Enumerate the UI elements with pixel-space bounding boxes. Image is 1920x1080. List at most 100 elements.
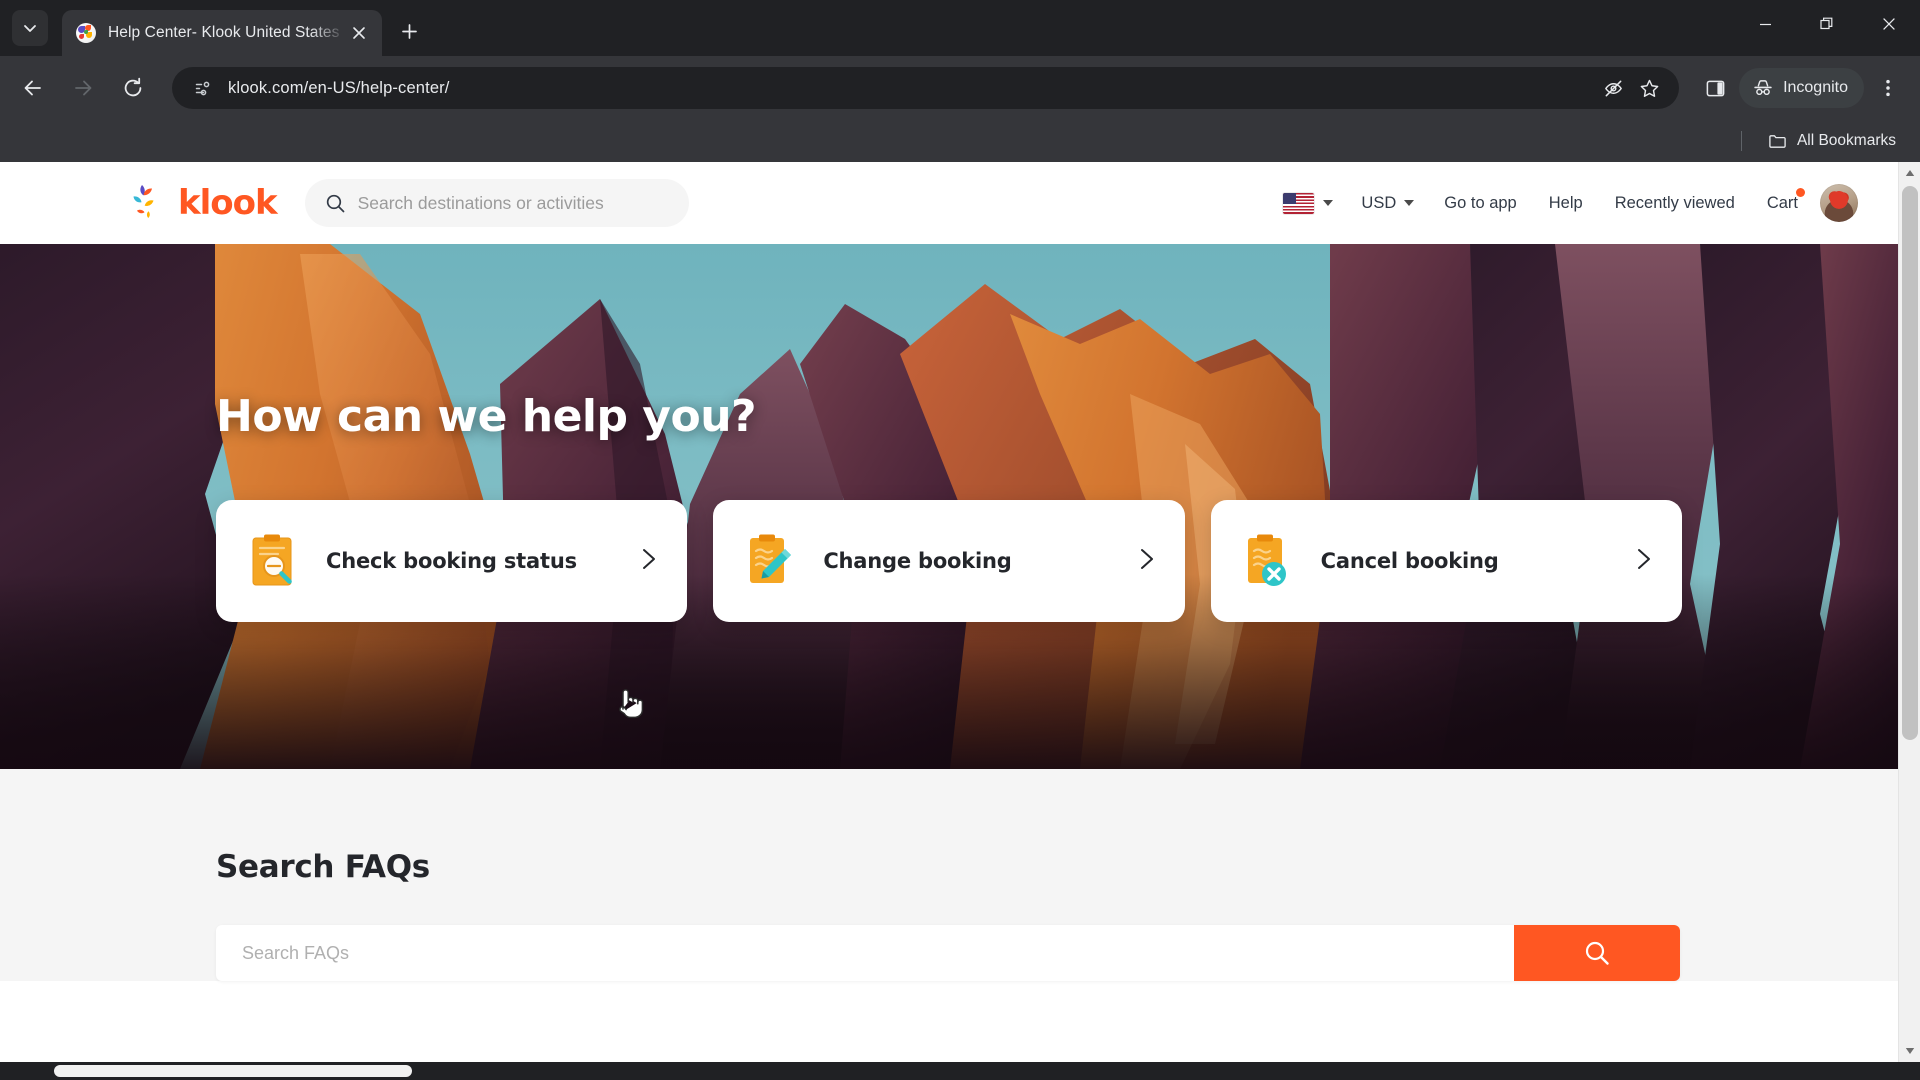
faq-search-input[interactable]: [216, 925, 1514, 981]
currency-selector[interactable]: USD: [1347, 194, 1428, 213]
browser-toolbar: klook.com/en-US/help-center/ Incognito: [0, 56, 1920, 120]
site-header: klook Search destinations or activities: [0, 162, 1898, 244]
cart-button[interactable]: Cart: [1751, 187, 1814, 213]
close-window-button[interactable]: [1858, 0, 1920, 48]
tab-title: Help Center- Klook United States: [108, 24, 340, 41]
reload-button[interactable]: [112, 67, 154, 109]
search-icon: [1585, 941, 1609, 965]
all-bookmarks-label: All Bookmarks: [1796, 132, 1896, 149]
klook-logo[interactable]: klook: [128, 183, 278, 223]
forward-button[interactable]: [62, 67, 104, 109]
browser-tab[interactable]: Help Center- Klook United States: [62, 10, 382, 56]
scroll-down-button[interactable]: [1899, 1040, 1920, 1062]
faq-heading: Search FAQs: [216, 849, 430, 885]
browser-window: Help Center- Klook United States klook.c…: [0, 0, 1920, 1080]
triangle-down-icon: [1905, 1048, 1915, 1054]
url-text: klook.com/en-US/help-center/: [228, 78, 450, 97]
chevron-down-icon: [24, 25, 36, 32]
site-info-button[interactable]: [190, 79, 216, 98]
minimize-icon: [1759, 23, 1771, 25]
site-nav: USD Go to app Help Recently viewed Cart: [1269, 184, 1858, 222]
cart-badge: [1796, 187, 1805, 197]
window-controls: [1734, 0, 1920, 48]
faq-search-button[interactable]: [1514, 925, 1680, 981]
divider: [1740, 131, 1742, 151]
maximize-button[interactable]: [1796, 0, 1858, 48]
reload-icon: [124, 77, 142, 97]
eye-slash-icon: [1604, 80, 1622, 96]
chevron-right-icon: [1135, 547, 1157, 576]
card-label: Cancel booking: [1320, 549, 1499, 573]
card-check-booking-status[interactable]: Check booking status: [216, 500, 688, 622]
klook-logo-text: klook: [178, 183, 278, 223]
three-dot-menu-icon: [1886, 79, 1890, 97]
toolbar-right-actions: Incognito: [1695, 68, 1908, 108]
hero-content: How can we help you? Check booking statu…: [0, 244, 1898, 769]
us-flag-icon: [1283, 192, 1315, 214]
chrome-menu-button[interactable]: [1868, 68, 1908, 108]
nav-item-help[interactable]: Help: [1533, 194, 1599, 213]
clipboard-search-icon: [248, 533, 300, 589]
restore-icon: [1820, 17, 1833, 30]
klook-help-center-page: klook Search destinations or activities: [0, 162, 1898, 1062]
incognito-label: Incognito: [1783, 79, 1848, 96]
language-selector[interactable]: [1269, 192, 1347, 214]
scroll-up-button[interactable]: [1899, 162, 1920, 184]
hide-password-button[interactable]: [1597, 72, 1629, 104]
nav-item-recently-viewed[interactable]: Recently viewed: [1599, 194, 1751, 213]
close-icon: [1883, 18, 1895, 30]
faq-section: Search FAQs: [0, 769, 1898, 981]
site-search-placeholder: Search destinations or activities: [357, 192, 604, 213]
currency-label: USD: [1361, 193, 1397, 212]
vertical-scrollbar-thumb[interactable]: [1902, 186, 1918, 740]
back-button[interactable]: [12, 67, 54, 109]
page-info-icon: [195, 81, 209, 95]
all-bookmarks-button[interactable]: All Bookmarks: [1760, 127, 1904, 156]
incognito-hat-icon: [1754, 80, 1772, 96]
tab-strip: Help Center- Klook United States: [0, 0, 1920, 56]
horizontal-scrollbar[interactable]: [0, 1062, 1920, 1080]
back-arrow-icon: [24, 80, 41, 96]
klook-favicon-icon: [76, 23, 96, 43]
close-icon: [353, 27, 365, 39]
chevron-right-icon: [1632, 547, 1654, 576]
card-change-booking[interactable]: Change booking: [713, 500, 1185, 622]
card-label: Check booking status: [326, 549, 577, 573]
site-search-box[interactable]: Search destinations or activities: [304, 179, 689, 227]
page-viewport: klook Search destinations or activities: [0, 162, 1920, 1080]
new-tab-button[interactable]: [392, 14, 426, 48]
vertical-scrollbar[interactable]: [1898, 162, 1920, 1062]
hero-banner: How can we help you? Check booking statu…: [0, 244, 1898, 769]
search-icon: [326, 194, 344, 212]
star-icon: [1640, 79, 1658, 97]
folder-icon: [1769, 134, 1786, 148]
plus-icon: [401, 23, 417, 39]
card-label: Change booking: [823, 549, 1012, 573]
clipboard-pen-icon: [745, 533, 797, 589]
address-bar[interactable]: klook.com/en-US/help-center/: [172, 67, 1680, 109]
chevron-right-icon: [637, 547, 659, 576]
card-cancel-booking[interactable]: Cancel booking: [1210, 500, 1682, 622]
forward-arrow-icon: [75, 80, 92, 96]
chevron-down-icon: [1323, 200, 1334, 206]
side-panel-button[interactable]: [1695, 68, 1735, 108]
tab-search-button[interactable]: [12, 10, 48, 46]
quick-action-cards: Check booking status Change booking Canc…: [216, 500, 1898, 622]
bookmark-button[interactable]: [1633, 72, 1665, 104]
bookmarks-bar: All Bookmarks: [0, 120, 1920, 162]
tab-close-button[interactable]: [346, 20, 372, 46]
page-title: How can we help you?: [216, 391, 757, 442]
horizontal-scrollbar-thumb[interactable]: [54, 1065, 412, 1077]
user-avatar[interactable]: [1820, 184, 1858, 222]
incognito-indicator[interactable]: Incognito: [1739, 68, 1864, 108]
omnibox-actions: [1597, 72, 1665, 104]
klook-logo-icon: [128, 183, 172, 223]
minimize-button[interactable]: [1734, 0, 1796, 48]
faq-search-bar: [216, 925, 1680, 981]
chevron-down-icon: [1404, 200, 1415, 206]
side-panel-icon: [1706, 80, 1724, 96]
clipboard-cancel-icon: [1243, 533, 1295, 589]
nav-item-go-to-app[interactable]: Go to app: [1428, 194, 1532, 213]
triangle-up-icon: [1905, 170, 1915, 176]
cart-label: Cart: [1766, 193, 1798, 212]
